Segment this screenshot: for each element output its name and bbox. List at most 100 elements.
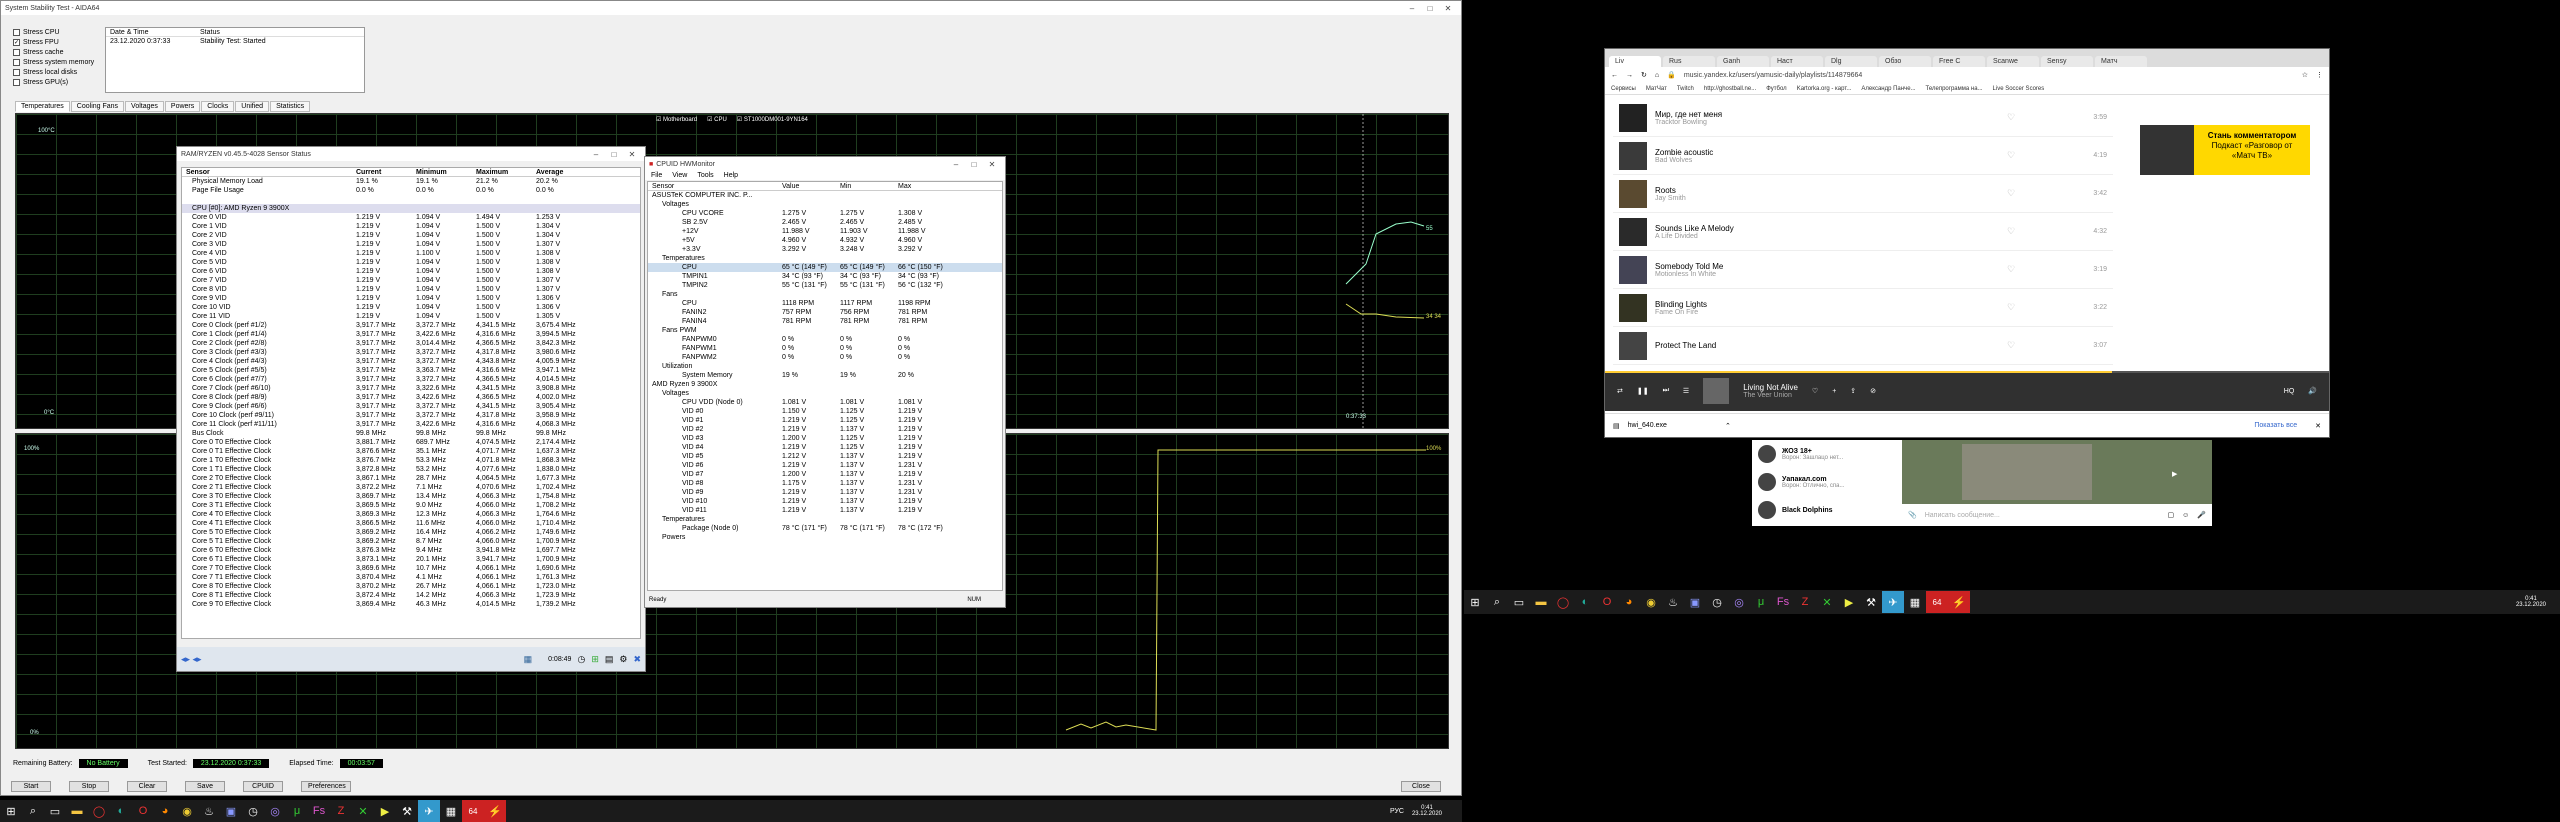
edge-icon-right[interactable]: ◐ [1574, 591, 1596, 613]
aida-icon[interactable]: 64 [462, 800, 484, 822]
tray-clock[interactable]: 0:41 23.12.2020 [1412, 805, 1442, 817]
clock-app-icon-right[interactable]: ◷ [1706, 591, 1728, 613]
browser-tab[interactable]: Scanwe [1987, 56, 2039, 67]
stop-button[interactable]: Stop [69, 781, 109, 792]
hwmon-row[interactable]: VID #6 1.219 V 1.137 V 1.231 V [648, 461, 1002, 470]
firefox-icon[interactable]: ◕ [154, 800, 176, 822]
hwmon-row[interactable]: VID #11 1.219 V 1.137 V 1.219 V [648, 506, 1002, 515]
bookmark-item[interactable]: Сервисы [1611, 86, 1636, 92]
ryzen-minimize-button[interactable]: – [587, 150, 605, 159]
hwmon-row[interactable]: SB 2.5V 2.465 V 2.465 V 2.485 V [648, 218, 1002, 227]
stress-checkbox[interactable] [13, 78, 20, 86]
pause-icon[interactable]: ❚❚ [1637, 387, 1649, 395]
opera2-icon-right[interactable]: O [1596, 591, 1618, 613]
sensor-row[interactable]: Core 0 Clock (perf #1/2) 3,917.7 MHz 3,372… [182, 321, 640, 330]
heart-icon[interactable]: ♡ [2007, 226, 2067, 237]
next-icon[interactable]: ⏭ [1663, 387, 1669, 395]
media-icon-right[interactable]: ▶ [1838, 591, 1860, 613]
start-icon-right[interactable]: ⊞ [1464, 591, 1486, 613]
hwmon-row[interactable]: Fans [648, 290, 1002, 299]
opera-icon[interactable]: ◯ [88, 800, 110, 822]
hwmon-task-icon-right[interactable]: ⚡ [1948, 591, 1970, 613]
hwmon-row[interactable]: Powers [648, 533, 1002, 542]
clear-button[interactable]: Clear [127, 781, 167, 792]
sensor-row[interactable]: Core 4 T1 Effective Clock 3,866.5 MHz 11.6… [182, 519, 640, 528]
stress-option[interactable]: Stress local disks [13, 67, 103, 77]
menu-icon[interactable]: ⋮ [2316, 71, 2323, 79]
player-progress[interactable] [1605, 371, 2329, 373]
tab-clocks[interactable]: Clocks [201, 101, 235, 112]
hwmon-maximize-button[interactable]: □ [965, 160, 983, 169]
ryzen-col-header[interactable]: Average [532, 168, 592, 176]
sensor-row[interactable]: Core 7 T1 Effective Clock 3,870.4 MHz 4.1 … [182, 573, 640, 582]
browser-tab[interactable]: Dlg [1825, 56, 1877, 67]
sensor-row[interactable]: Core 5 VID 1.219 V 1.094 V 1.500 V 1.308 V [182, 258, 640, 267]
ryzen-col-header[interactable]: Minimum [412, 168, 472, 176]
sensor-row[interactable]: Core 1 VID 1.219 V 1.094 V 1.500 V 1.304 V [182, 222, 640, 231]
sensor-row[interactable]: Core 7 Clock (perf #6/10) 3,917.7 MHz 3,32… [182, 384, 640, 393]
shuffle-icon[interactable]: ⇄ [1617, 387, 1623, 395]
xbox-icon[interactable]: ✕ [352, 800, 374, 822]
sensor-row[interactable]: Core 0 T1 Effective Clock 3,876.6 MHz 35.1… [182, 447, 640, 456]
steam-icon[interactable]: ♨ [198, 800, 220, 822]
hwmon-row[interactable]: Utilization [648, 362, 1002, 371]
stress-option[interactable]: Stress GPU(s) [13, 77, 103, 87]
hwmon-row[interactable]: Temperatures [648, 254, 1002, 263]
sensor-row[interactable]: Core 4 T0 Effective Clock 3,869.3 MHz 12.3… [182, 510, 640, 519]
sensor-row[interactable]: Core 7 VID 1.219 V 1.094 V 1.500 V 1.307 V [182, 276, 640, 285]
sensor-row[interactable]: Core 9 T0 Effective Clock 3,869.4 MHz 46.3… [182, 600, 640, 609]
start-icon[interactable]: ⊞ [0, 800, 22, 822]
sensor-row[interactable]: Bus Clock 99.8 MHz 99.8 MHz 99.8 MHz 99.8 MH… [182, 429, 640, 438]
track-artist[interactable]: Bad Wolves [1655, 157, 1713, 164]
download-close-icon[interactable]: ✕ [2315, 422, 2321, 430]
sensor-row[interactable]: Core 2 T1 Effective Clock 3,872.2 MHz 7.1 … [182, 483, 640, 492]
bookmark-item[interactable]: Twitch [1677, 86, 1694, 92]
hwmon-col-header[interactable]: Sensor [648, 182, 778, 190]
stress-checkbox[interactable]: ✓ [13, 38, 20, 46]
stress-checkbox[interactable] [13, 58, 20, 66]
stress-checkbox[interactable] [13, 28, 20, 36]
sensor-row[interactable]: Physical Memory Load 19.1 % 19.1 % 21.2 % 20… [182, 177, 640, 186]
preferences-button[interactable]: Preferences [301, 781, 351, 792]
browser-tab[interactable]: Liv [1609, 56, 1661, 67]
sensor-row[interactable]: Core 1 Clock (perf #1/4) 3,917.7 MHz 3,422… [182, 330, 640, 339]
sensor-row[interactable]: Core 5 Clock (perf #5/5) 3,917.7 MHz 3,363… [182, 366, 640, 375]
utorrent-icon[interactable]: μ [286, 800, 308, 822]
stress-checkbox[interactable] [13, 68, 20, 76]
media-icon[interactable]: ▶ [374, 800, 396, 822]
heart-icon[interactable]: ♡ [2007, 340, 2067, 351]
sensor-row[interactable]: Core 8 Clock (perf #8/9) 3,917.7 MHz 3,422… [182, 393, 640, 402]
search-icon[interactable]: ⌕ [22, 800, 44, 822]
minimize-button[interactable]: – [1403, 4, 1421, 13]
opera-icon-right[interactable]: ◯ [1552, 591, 1574, 613]
track-row[interactable]: Somebody Told Me Motionless In White ♡ 3:19 [1613, 251, 2113, 289]
sensor-row[interactable]: Core 9 Clock (perf #6/6) 3,917.7 MHz 3,372… [182, 402, 640, 411]
tray-clock-right[interactable]: 0:41 23.12.2020 [2516, 596, 2546, 608]
chat-play-icon[interactable]: ▶ [2172, 470, 2177, 478]
sensor-row[interactable]: Core 6 VID 1.219 V 1.094 V 1.500 V 1.308 V [182, 267, 640, 276]
sensor-row[interactable]: Core 3 T1 Effective Clock 3,869.5 MHz 9.0 … [182, 501, 640, 510]
track-row[interactable]: Blinding Lights Fame On Fire ♡ 3:22 [1613, 289, 2113, 327]
obs-icon-right[interactable]: ◎ [1728, 591, 1750, 613]
hwinfo-icon-right[interactable]: ▦ [1904, 591, 1926, 613]
sensor-row[interactable]: Core 7 T0 Effective Clock 3,869.6 MHz 10.7… [182, 564, 640, 573]
hwinfo-icon[interactable]: ▦ [440, 800, 462, 822]
ad-banner[interactable]: Стань комментатором Подкаст «Разговор от… [2140, 125, 2310, 175]
obs-icon[interactable]: ◎ [264, 800, 286, 822]
mic-icon[interactable]: 🎤 [2197, 511, 2206, 519]
hwmon-row[interactable]: CPU VDD (Node 0) 1.081 V 1.081 V 1.081 V [648, 398, 1002, 407]
heart-icon[interactable]: ♡ [2007, 112, 2067, 123]
sensor-row[interactable] [182, 195, 640, 204]
sensor-row[interactable]: Core 1 T0 Effective Clock 3,876.7 MHz 53.3… [182, 456, 640, 465]
hwmon-col-header[interactable]: Max [894, 182, 954, 190]
stress-option[interactable]: Stress cache [13, 47, 103, 57]
sensor-row[interactable]: Core 6 T0 Effective Clock 3,876.3 MHz 9.4 … [182, 546, 640, 555]
tray-lang[interactable]: РУС [1390, 808, 1404, 815]
hwmon-col-header[interactable]: Value [778, 182, 836, 190]
player-artist[interactable]: The Veer Union [1743, 392, 1798, 399]
bookmark-item[interactable]: http://ghostball.ne... [1704, 86, 1756, 92]
hwmon-row[interactable]: Package (Node 0) 78 °C (171 °F) 78 °C (171… [648, 524, 1002, 533]
hwmon-row[interactable]: ASUSTeK COMPUTER INC. P... [648, 191, 1002, 200]
browser-tab[interactable]: Наст [1771, 56, 1823, 67]
hq-icon[interactable]: HQ [2284, 388, 2295, 395]
